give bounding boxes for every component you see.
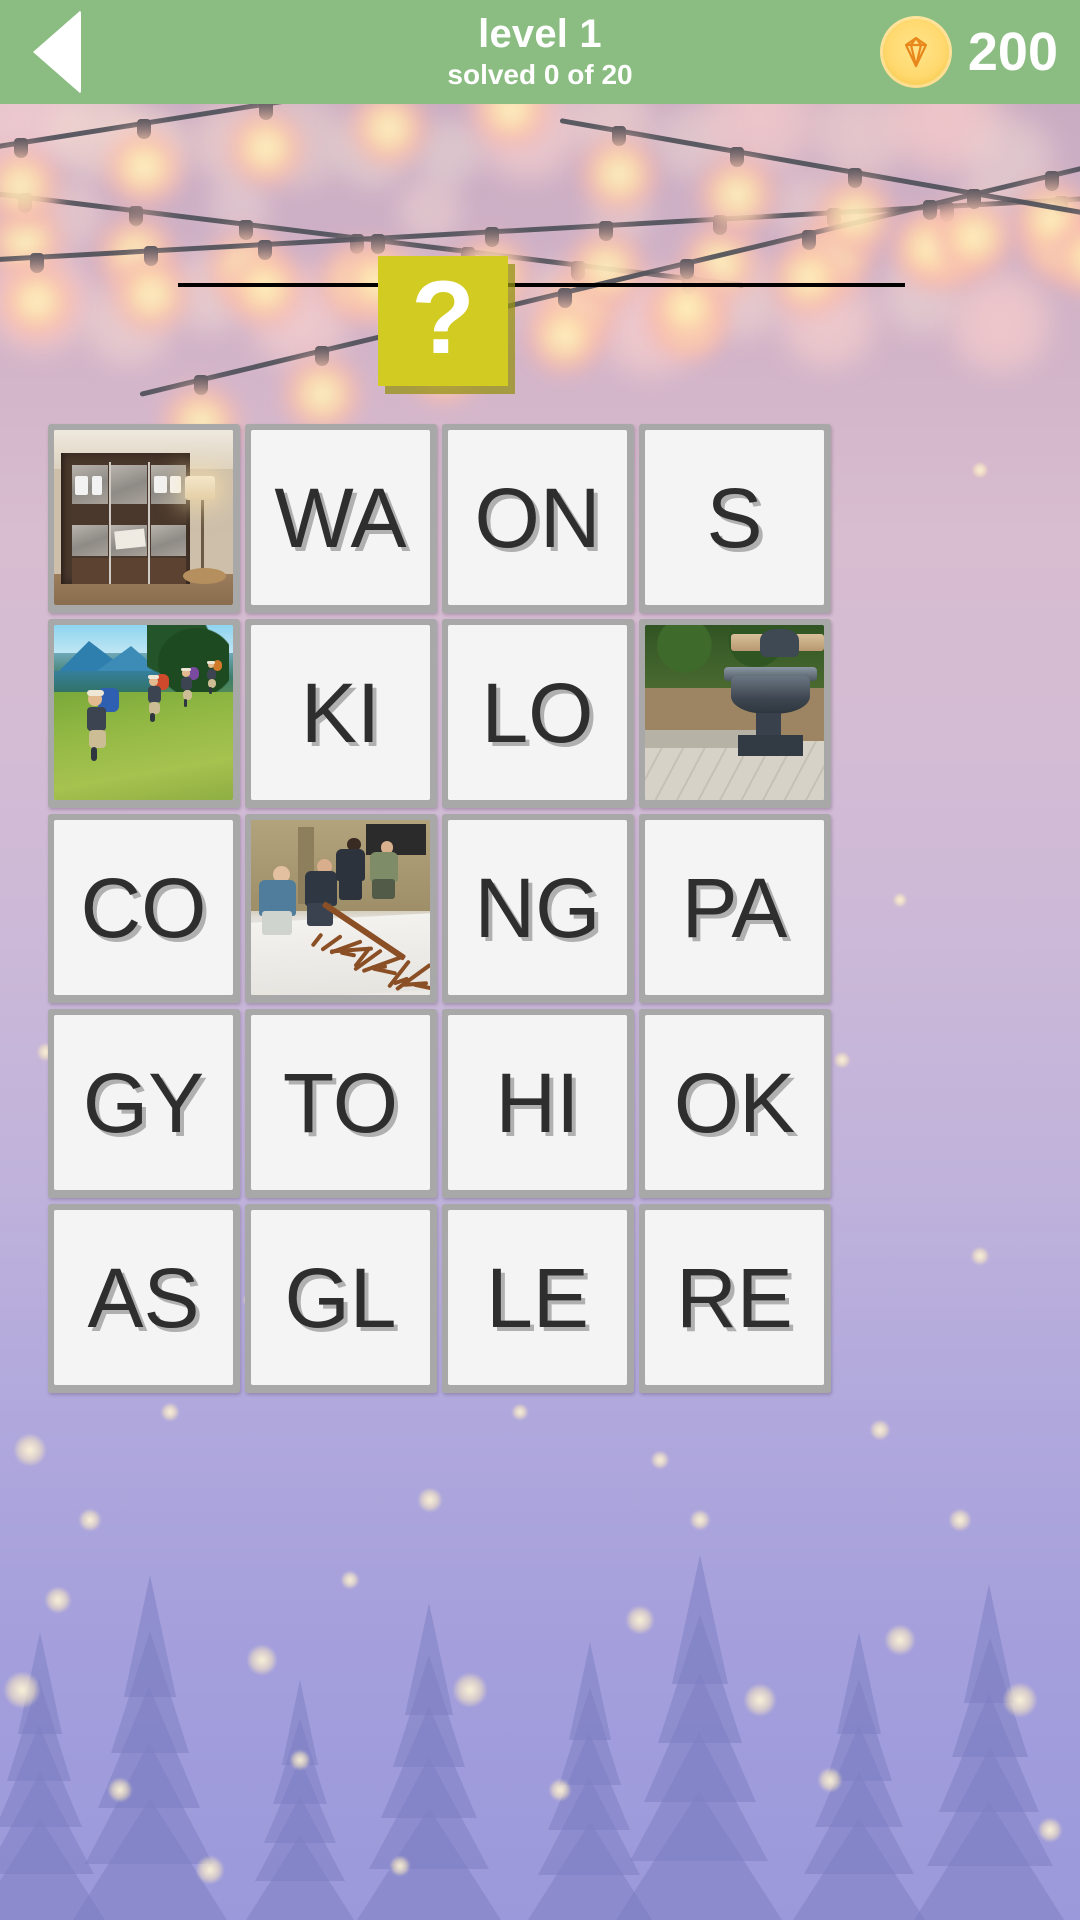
tile-inner: LO [448, 625, 627, 800]
tile-inner: PA [645, 820, 824, 995]
tile-label: OK [673, 1055, 796, 1150]
tile-label: HI [495, 1055, 580, 1150]
tile-inner: HI [448, 1015, 627, 1190]
back-triangle-icon [33, 10, 81, 94]
tile-label: LE [486, 1250, 589, 1345]
image-tile-wardrobe-closet-bedroom[interactable] [48, 424, 240, 613]
hint-question-tile[interactable]: ? [378, 256, 508, 386]
letter-tile-ki[interactable]: KI [245, 619, 437, 808]
letter-tile-on[interactable]: ON [442, 424, 634, 613]
letter-tile-as[interactable]: AS [48, 1204, 240, 1393]
letter-tile-gy[interactable]: GY [48, 1009, 240, 1198]
tile-label: ON [474, 470, 601, 565]
image-tile-hikers-mountain-trail[interactable] [48, 619, 240, 808]
gem-count: 200 [967, 22, 1058, 82]
letter-tile-lo[interactable]: LO [442, 619, 634, 808]
gem-balance[interactable]: 200 [879, 0, 1058, 104]
tile-inner: OK [645, 1015, 824, 1190]
tile-inner [645, 625, 824, 800]
tile-label: GY [82, 1055, 205, 1150]
tile-inner: S [645, 430, 824, 605]
tile-label: GL [284, 1250, 397, 1345]
image-tile-workshop-men-table[interactable] [245, 814, 437, 1003]
answer-underline [178, 283, 905, 287]
tile-inner: ON [448, 430, 627, 605]
tile-label: WA [274, 470, 407, 565]
letter-tile-ok[interactable]: OK [639, 1009, 831, 1198]
letter-tile-co[interactable]: CO [48, 814, 240, 1003]
tile-label: CO [80, 860, 207, 955]
letter-tile-re[interactable]: RE [639, 1204, 831, 1393]
tile-photo [54, 430, 233, 605]
gem-icon [879, 16, 952, 88]
tile-label: KI [300, 665, 381, 760]
progress-text: solved 0 of 20 [447, 59, 633, 90]
tile-inner: KI [251, 625, 430, 800]
letter-tile-le[interactable]: LE [442, 1204, 634, 1393]
tile-inner: GY [54, 1015, 233, 1190]
letter-tile-pa[interactable]: PA [639, 814, 831, 1003]
tile-label: PA [681, 860, 788, 955]
question-mark-icon: ? [411, 260, 475, 376]
letter-tile-to[interactable]: TO [245, 1009, 437, 1198]
letter-tile-hi[interactable]: HI [442, 1009, 634, 1198]
tile-label: TO [282, 1055, 399, 1150]
tile-photo [251, 820, 430, 995]
tile-inner: RE [645, 1210, 824, 1385]
tile-label: NG [474, 860, 601, 955]
letter-tile-gl[interactable]: GL [245, 1204, 437, 1393]
top-bar: level 1 solved 0 of 20 200 [0, 0, 1080, 104]
tile-inner: NG [448, 820, 627, 995]
tile-label: RE [676, 1250, 793, 1345]
tile-photo [645, 625, 824, 800]
letter-tile-wa[interactable]: WA [245, 424, 437, 613]
tile-label: AS [87, 1250, 200, 1345]
tile-inner: CO [54, 820, 233, 995]
image-tile-park-bench-urn[interactable] [639, 619, 831, 808]
tile-inner [54, 430, 233, 605]
tile-inner: AS [54, 1210, 233, 1385]
tile-inner: TO [251, 1015, 430, 1190]
page-title: level 1 [478, 12, 602, 56]
tile-label: S [706, 470, 763, 565]
tile-photo [54, 625, 233, 800]
tile-inner: LE [448, 1210, 627, 1385]
game-screen: level 1 solved 0 of 20 200 ? WA ON S KI LO CO… [0, 0, 1080, 1920]
tile-inner [251, 820, 430, 995]
tile-inner: GL [251, 1210, 430, 1385]
tile-inner: WA [251, 430, 430, 605]
puzzle-grid: WA ON S KI LO CO NG PA GY TO HI OK AS GL LE RE [48, 424, 838, 1393]
letter-tile-ng[interactable]: NG [442, 814, 634, 1003]
tile-inner [54, 625, 233, 800]
tile-label: LO [481, 665, 594, 760]
back-button[interactable] [0, 0, 120, 104]
letter-tile-s[interactable]: S [639, 424, 831, 613]
